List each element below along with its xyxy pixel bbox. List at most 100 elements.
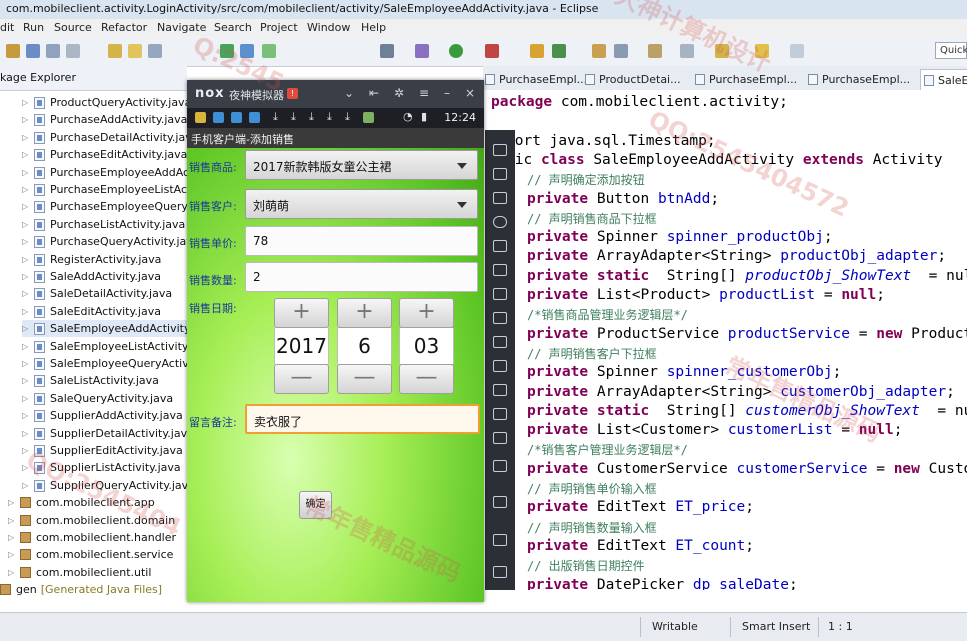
tree-file-item[interactable]: ▷ PurchaseAddActivity.java: [22, 111, 187, 128]
highlight-icon[interactable]: [128, 44, 142, 58]
record-icon[interactable]: [493, 408, 507, 420]
menu-search[interactable]: Search: [214, 21, 252, 34]
print-icon[interactable]: [66, 44, 80, 58]
shake-icon[interactable]: [493, 360, 507, 372]
expand-arrow-icon[interactable]: ▷: [8, 498, 16, 507]
tree-package-item[interactable]: ▷ com.mobileclient.domain: [8, 512, 175, 529]
open-type-icon[interactable]: [592, 44, 606, 58]
expand-arrow-icon[interactable]: ▷: [22, 185, 30, 194]
expand-arrow-icon[interactable]: ▷: [22, 168, 30, 177]
tree-file-item[interactable]: ▷ SupplierEditActivity.java: [22, 442, 183, 459]
expand-arrow-icon[interactable]: ▷: [22, 342, 30, 351]
editor-tab[interactable]: PurchaseEmpl...: [808, 69, 910, 89]
editor-tab[interactable]: ProductDetai...: [585, 69, 681, 89]
new-package-icon[interactable]: [552, 44, 566, 58]
tree-file-item[interactable]: ▷ PurchaseEmployeeQueryA: [22, 198, 195, 215]
tree-file-item[interactable]: ▷ SaleListActivity.java: [22, 372, 159, 389]
code-editor[interactable]: package com.mobileclient.activity; port j…: [483, 90, 967, 590]
month-value[interactable]: 6: [337, 328, 392, 364]
minimize-icon[interactable]: –: [440, 86, 454, 100]
expand-arrow-icon[interactable]: ▷: [8, 533, 16, 542]
package-explorer-tab[interactable]: kage Explorer: [0, 66, 187, 91]
fullscreen-icon[interactable]: [493, 264, 507, 276]
tree-package-item[interactable]: ▷ com.mobileclient.handler: [8, 529, 176, 546]
tree-file-item[interactable]: ▷ PurchaseEmployeeListActiv: [22, 181, 201, 198]
expand-arrow-icon[interactable]: ▷: [22, 359, 30, 368]
new-java-project-icon[interactable]: [530, 44, 544, 58]
pin-icon[interactable]: ⇤: [367, 86, 381, 100]
tree-file-item[interactable]: ▷ SaleEmployeeQueryActivity: [22, 355, 203, 372]
skip-breakpoints-icon[interactable]: [380, 44, 394, 58]
tree-file-item[interactable]: ▷ ProductQueryActivity.java: [22, 94, 191, 111]
back-icon[interactable]: [755, 44, 769, 58]
display-icon[interactable]: [493, 240, 507, 252]
android-sdk-icon[interactable]: [220, 44, 234, 58]
expand-arrow-icon[interactable]: ▷: [22, 289, 30, 298]
tree-file-item[interactable]: ▷ SupplierAddActivity.java: [22, 407, 183, 424]
tree-file-item[interactable]: ▷ SupplierListActivity.java: [22, 459, 181, 476]
day-decrement-button[interactable]: —: [399, 364, 454, 394]
run-icon[interactable]: [449, 44, 463, 58]
expand-arrow-icon[interactable]: ▷: [22, 481, 30, 490]
menu-edit[interactable]: dit: [0, 21, 14, 34]
product-spinner[interactable]: 2017新款韩版女童公主裙: [245, 150, 478, 180]
tree-file-item[interactable]: ▷ SaleEmployeeListActivity.ja: [22, 338, 200, 355]
expand-arrow-icon[interactable]: ▷: [22, 463, 30, 472]
editor-tab[interactable]: PurchaseEmpl...: [485, 69, 587, 89]
tree-file-item[interactable]: ▷ SaleEmployeeAddActivity.j: [22, 320, 196, 337]
keyboard-icon[interactable]: [493, 144, 507, 156]
year-value[interactable]: 2017: [274, 328, 329, 364]
expand-arrow-icon[interactable]: ▷: [22, 202, 30, 211]
avd-manager-icon[interactable]: [240, 44, 254, 58]
tree-file-item[interactable]: ▷ PurchaseEditActivity.java: [22, 146, 187, 163]
lint-icon[interactable]: [262, 44, 276, 58]
expand-arrow-icon[interactable]: ▷: [22, 255, 30, 264]
show-whitespace-icon[interactable]: [148, 44, 162, 58]
apk-install-icon[interactable]: [493, 336, 507, 348]
toggle-mark-icon[interactable]: [108, 44, 122, 58]
menu-icon[interactable]: ≡: [417, 86, 431, 100]
tree-file-item[interactable]: ▷ SupplierDetailActivity.java: [22, 425, 194, 442]
last-edit-icon[interactable]: [715, 44, 729, 58]
expand-arrow-icon[interactable]: ▷: [22, 429, 30, 438]
volume-up-icon[interactable]: [493, 288, 507, 300]
next-annotation-icon[interactable]: [680, 44, 694, 58]
expand-arrow-icon[interactable]: ▷: [22, 324, 30, 333]
menu-navigate[interactable]: Navigate: [157, 21, 206, 34]
menu-window[interactable]: Window: [307, 21, 350, 34]
tree-file-item[interactable]: ▷ PurchaseDetailActivity.java: [22, 129, 198, 146]
forward-icon[interactable]: [790, 44, 804, 58]
expand-arrow-icon[interactable]: ▷: [22, 307, 30, 316]
screen-icon[interactable]: [493, 168, 507, 180]
price-input[interactable]: 78: [245, 226, 478, 256]
chevron-down-icon[interactable]: ⌄: [342, 86, 356, 100]
memo-input[interactable]: 卖衣服了: [245, 404, 480, 434]
tree-file-item[interactable]: ▷ PurchaseQueryActivity.java: [22, 233, 200, 250]
search-icon[interactable]: [614, 44, 628, 58]
expand-arrow-icon[interactable]: ▷: [22, 98, 30, 107]
menu-icon[interactable]: [493, 460, 507, 472]
settings-icon[interactable]: ✲: [392, 86, 406, 100]
tree-file-item[interactable]: ▷ SaleEditActivity.java: [22, 303, 161, 320]
expand-arrow-icon[interactable]: ▷: [22, 272, 30, 281]
expand-arrow-icon[interactable]: ▷: [8, 568, 16, 577]
expand-arrow-icon[interactable]: ▷: [22, 115, 30, 124]
menu-project[interactable]: Project: [260, 21, 298, 34]
expand-arrow-icon[interactable]: ▷: [22, 150, 30, 159]
day-value[interactable]: 03: [399, 328, 454, 364]
save-all-icon[interactable]: [46, 44, 60, 58]
tree-package-item[interactable]: ▷ com.mobileclient.service: [8, 546, 173, 563]
menu-run[interactable]: Run: [23, 21, 44, 34]
open-task-icon[interactable]: [648, 44, 662, 58]
customer-spinner[interactable]: 刘萌萌: [245, 189, 478, 219]
day-increment-button[interactable]: +: [399, 298, 454, 328]
expand-arrow-icon[interactable]: ▷: [22, 394, 30, 403]
tree-package-item[interactable]: ▷ com.mobileclient.app: [8, 494, 155, 511]
year-decrement-button[interactable]: —: [274, 364, 329, 394]
scissors-icon[interactable]: [493, 192, 507, 204]
quick-access-input[interactable]: Quick: [935, 42, 967, 59]
expand-arrow-icon[interactable]: ▷: [8, 516, 16, 525]
month-decrement-button[interactable]: —: [337, 364, 392, 394]
more-icon[interactable]: [493, 384, 507, 396]
tree-file-item[interactable]: ▷ SaleAddActivity.java: [22, 268, 161, 285]
